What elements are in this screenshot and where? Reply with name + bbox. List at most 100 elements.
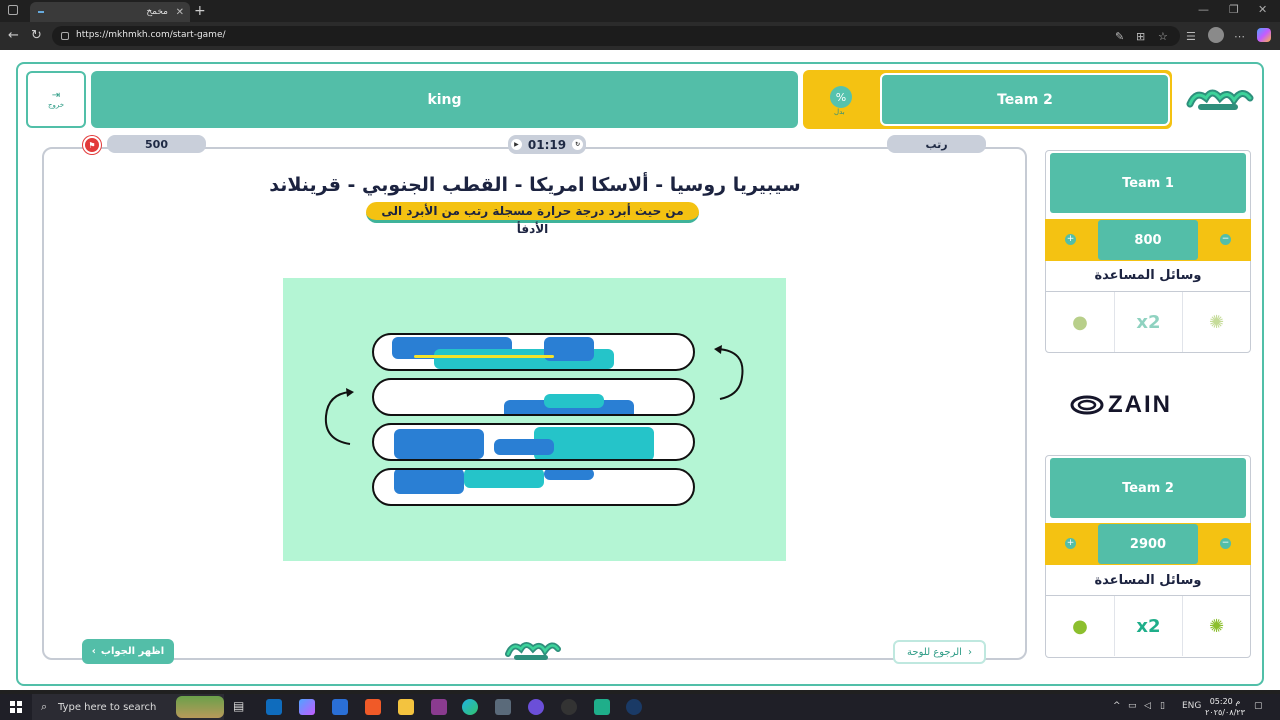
app-icon-3[interactable] — [561, 699, 577, 715]
team-1-help-lime[interactable]: ✺ — [1182, 292, 1250, 352]
team-1-name: Team 1 — [1050, 153, 1246, 213]
team-1-help-double[interactable]: x2 — [1114, 292, 1182, 352]
puzzle-strip-3[interactable] — [372, 423, 695, 461]
report-flag-icon[interactable]: ⚑ — [83, 136, 101, 154]
double-icon: x2 — [1136, 615, 1161, 637]
url-text: https://mkhmkh.com/start-game/ — [76, 30, 226, 40]
volume-icon[interactable]: ◁ — [1144, 701, 1151, 711]
current-team-bar: Team 2 — [880, 73, 1170, 126]
more-icon[interactable]: ⋯ — [1234, 30, 1245, 43]
app-icon-4[interactable] — [594, 699, 610, 715]
maximize-icon[interactable]: ❐ — [1229, 3, 1239, 16]
close-window-icon[interactable]: ✕ — [1258, 3, 1267, 16]
search-icon: ⌕ — [41, 700, 48, 713]
timer-play-icon[interactable]: ▶ — [510, 139, 522, 150]
brave-icon[interactable] — [365, 699, 381, 715]
windows-start-icon[interactable] — [10, 701, 22, 713]
swap-turn-label: بدل — [834, 108, 845, 116]
windows-taskbar: ⌕ Type here to search ▤ ^ ▭ ◁ ▯ ENG 05:2… — [0, 694, 1280, 720]
winrar-icon[interactable] — [431, 699, 447, 715]
mkhmkh-logo-bottom — [505, 642, 561, 660]
new-tab-icon[interactable]: + — [194, 3, 206, 19]
team-2-help-thinking[interactable]: ● — [1046, 596, 1114, 656]
timer-reset-icon[interactable]: ↻ — [572, 139, 584, 150]
clock-date: ٢٠٢٥/٠٨/٢٣ — [1205, 708, 1245, 717]
network-icon[interactable]: ▭ — [1128, 701, 1137, 711]
show-answer-button[interactable]: اظهر الجواب › — [82, 639, 174, 664]
lime-icon: ✺ — [1208, 615, 1225, 637]
rotate-left-icon[interactable] — [320, 386, 356, 446]
battery-icon[interactable]: ▯ — [1160, 701, 1165, 711]
tray-chevron-icon[interactable]: ^ — [1113, 701, 1121, 711]
steam-icon[interactable] — [626, 699, 642, 715]
back-to-board-label: الرجوع للوحة — [907, 646, 962, 658]
tab-title: مخمخ — [146, 7, 168, 17]
weather-widget-icon[interactable] — [176, 696, 224, 718]
question-type: رتب — [887, 135, 986, 153]
zain-swirl-icon — [1070, 395, 1104, 415]
edge-icon[interactable] — [462, 699, 478, 715]
exit-button[interactable]: ⇥ خروج — [26, 71, 86, 128]
double-icon: x2 — [1136, 311, 1161, 333]
team-1-score: 800 — [1098, 220, 1198, 260]
team-1-plus-icon[interactable]: + — [1065, 234, 1076, 245]
favorites-list-icon[interactable]: ☰ — [1186, 30, 1196, 43]
app-icon-2[interactable] — [528, 699, 544, 715]
team-2-plus-icon[interactable]: + — [1065, 538, 1076, 549]
copilot-app-icon[interactable] — [299, 699, 315, 715]
reload-icon[interactable]: ↻ — [31, 28, 42, 43]
clock-time: 05:20 م — [1209, 697, 1241, 706]
back-to-board-button[interactable]: ‹ الرجوع للوحة — [893, 640, 986, 664]
swap-turn-icon[interactable]: % — [830, 86, 852, 108]
mkhmkh-logo — [1186, 89, 1254, 110]
profile-avatar[interactable] — [1208, 27, 1224, 43]
other-player-bar: king — [91, 71, 798, 128]
task-view-icon[interactable]: ▤ — [233, 699, 249, 715]
exit-icon: ⇥ — [51, 90, 61, 101]
app-icon-1[interactable] — [495, 699, 511, 715]
team-2-help-double[interactable]: x2 — [1114, 596, 1182, 656]
apps-icon[interactable]: ⊞ — [1136, 30, 1145, 43]
tab-favicon-icon — [38, 11, 44, 13]
chevron-right-icon: › — [91, 646, 96, 657]
question-text: سيبيريا روسيا - ألاسكا امريكا - القطب ال… — [269, 174, 801, 196]
window-menu-icon[interactable] — [8, 5, 18, 15]
address-bar[interactable]: https://mkhmkh.com/start-game/ — [52, 26, 1180, 46]
outlook-icon[interactable] — [266, 699, 282, 715]
edit-icon[interactable]: ✎ — [1115, 30, 1124, 43]
team-2-help-title: وسائل المساعدة — [1094, 573, 1202, 588]
thinking-icon: ● — [1072, 615, 1088, 637]
language-indicator[interactable]: ENG — [1182, 701, 1201, 711]
team-1-minus-icon[interactable]: − — [1220, 234, 1231, 245]
copilot-icon[interactable] — [1257, 28, 1271, 42]
notifications-icon[interactable]: ▢ — [1254, 701, 1263, 711]
team-2-help-lime[interactable]: ✺ — [1182, 596, 1250, 656]
team-1-help-tools: ● x2 ✺ — [1046, 291, 1250, 352]
taskbar-search-placeholder: Type here to search — [58, 701, 157, 713]
exit-label: خروج — [47, 101, 65, 109]
browser-toolbar: ← ↻ https://mkhmkh.com/start-game/ ✎ ⊞ ☆… — [0, 22, 1280, 50]
team-1-help-title: وسائل المساعدة — [1094, 268, 1202, 283]
team-1-help-thinking[interactable]: ● — [1046, 292, 1114, 352]
back-icon[interactable]: ← — [8, 28, 19, 43]
rotate-right-icon[interactable] — [712, 343, 748, 403]
favorite-icon[interactable]: ☆ — [1158, 30, 1168, 43]
file-explorer-icon[interactable] — [398, 699, 414, 715]
team-2-score: 2900 — [1098, 524, 1198, 564]
team-2-minus-icon[interactable]: − — [1220, 538, 1231, 549]
browser-tab[interactable]: مخمخ ✕ — [30, 2, 190, 22]
minimize-icon[interactable]: — — [1198, 3, 1209, 16]
browser-tabbar: مخمخ ✕ + — ❐ ✕ — [0, 0, 1280, 22]
puzzle-strip-1[interactable] — [372, 333, 695, 371]
show-answer-label: اظهر الجواب — [100, 646, 165, 657]
question-points: 500 — [107, 135, 206, 153]
puzzle-image-area — [283, 278, 786, 561]
store-icon[interactable] — [332, 699, 348, 715]
lock-icon — [61, 32, 69, 40]
timer: ▶ 01:19 ↻ — [508, 135, 586, 154]
puzzle-strip-4[interactable] — [372, 468, 695, 506]
tab-close-icon[interactable]: ✕ — [176, 7, 184, 18]
taskbar-clock[interactable]: 05:20 م ٢٠٢٥/٠٨/٢٣ — [1203, 696, 1247, 718]
puzzle-strip-2[interactable] — [372, 378, 695, 416]
sponsor-logo: ZAIN — [1070, 391, 1226, 418]
